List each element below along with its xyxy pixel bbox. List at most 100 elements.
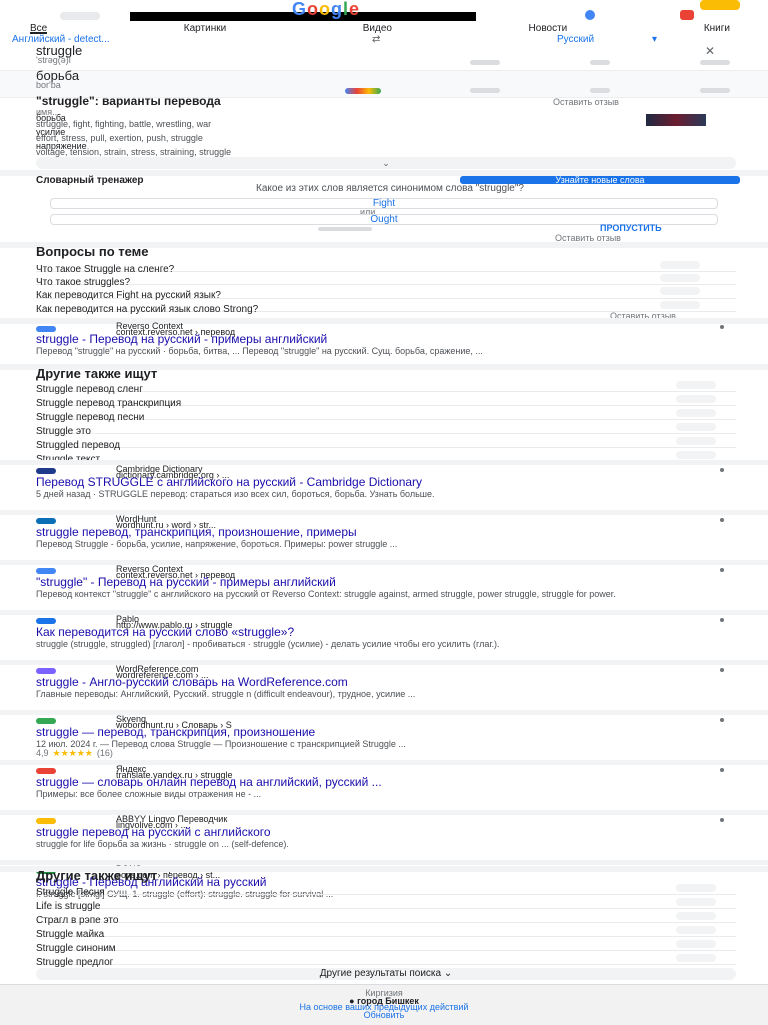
also-search-item[interactable]: Struggle это — [36, 421, 736, 437]
footer-update-link[interactable]: Обновить — [0, 1010, 768, 1020]
google-translate-icon — [345, 88, 381, 94]
more-options-icon[interactable] — [720, 568, 724, 572]
mic-icon[interactable] — [585, 10, 595, 20]
rating: 4,9 ★★★★★ (16) — [36, 749, 113, 758]
source-phonetic: 'strəg(ə)l — [36, 55, 71, 65]
also-search-item[interactable]: Life is struggle — [36, 896, 736, 912]
search-icon[interactable] — [676, 409, 716, 417]
chevron-down-icon[interactable]: ▾ — [652, 34, 657, 45]
more-results-button[interactable]: Другие результаты поиска ⌄ — [36, 968, 736, 980]
site-favicon — [36, 568, 56, 574]
also-search-item[interactable]: Страгл в рэпе это — [36, 910, 736, 926]
result-snippet: 12 июл. 2024 г. — Перевод слова Struggle… — [36, 740, 406, 749]
result-title-link[interactable]: struggle - Перевод на русский - примеры … — [36, 333, 726, 345]
search-icon[interactable] — [676, 898, 716, 906]
also-search-item[interactable]: Struggled перевод — [36, 435, 736, 451]
result-title-link[interactable]: struggle — словарь онлайн перевод на анг… — [36, 777, 726, 789]
result-title-link[interactable]: Перевод STRUGGLE с английского на русски… — [36, 477, 726, 489]
also-search-item[interactable]: Struggle Песня — [36, 882, 736, 898]
search-icon[interactable] — [676, 395, 716, 403]
target-language-select[interactable]: Русский — [557, 34, 594, 45]
result-title-link[interactable]: struggle - Англо-русский словарь на Word… — [36, 677, 726, 689]
mic-small-icon[interactable] — [590, 60, 610, 65]
also-search-label: Struggle предлог — [36, 957, 114, 968]
clear-icon[interactable]: ✕ — [705, 44, 715, 58]
search-icon[interactable] — [676, 437, 716, 445]
rating-count: (16) — [96, 748, 113, 758]
tab-images[interactable]: Картинки — [184, 24, 226, 34]
variant-values: voltage, tension, strain, stress, strain… — [36, 147, 232, 157]
tab-video[interactable]: Видео — [363, 24, 392, 34]
result-snippet: Примеры: все более сложные виды отражени… — [36, 790, 262, 799]
search-icon[interactable] — [676, 884, 716, 892]
more-options-icon[interactable] — [720, 325, 724, 329]
google-logo[interactable]: Google — [292, 0, 360, 20]
tab-all[interactable]: Все — [30, 24, 48, 34]
expand-variants-button[interactable]: ⌄ — [36, 157, 736, 169]
chevron-down-icon[interactable] — [660, 287, 700, 295]
more-options-icon[interactable] — [720, 818, 724, 822]
result-title-link[interactable]: struggle перевод на русский с английског… — [36, 827, 726, 839]
result-title-link[interactable]: "struggle" - Перевод на русский - пример… — [36, 577, 726, 589]
chevron-down-icon[interactable] — [660, 274, 700, 282]
site-favicon — [36, 518, 56, 524]
target-phonetic: bor'ba — [36, 80, 61, 90]
target-speaker-icon[interactable] — [470, 88, 500, 93]
back-icon[interactable] — [60, 12, 100, 20]
more-options-icon[interactable] — [720, 468, 724, 472]
result-title-link[interactable]: struggle — перевод, транскрипция, произн… — [36, 727, 726, 739]
keyboard-icon[interactable] — [700, 60, 730, 65]
search-icon[interactable] — [676, 451, 716, 459]
trainer-option-fight[interactable]: Fight — [50, 198, 718, 209]
result-title-link[interactable]: struggle перевод, транскрипция, произнош… — [36, 527, 726, 539]
paa-item[interactable]: Что такое struggles? — [36, 272, 736, 288]
search-result: Reverso Context context.reverso.net › пер… — [0, 560, 768, 610]
more-options-icon[interactable] — [720, 668, 724, 672]
search-icon[interactable] — [676, 940, 716, 948]
search-icon[interactable] — [676, 954, 716, 962]
result-snippet: Перевод "struggle" на русский · борьба, … — [36, 346, 483, 356]
result-snippet: struggle (struggle, struggled) [глагол] … — [36, 640, 500, 649]
lens-icon[interactable] — [680, 10, 694, 20]
also-search-item[interactable]: Struggle майка — [36, 924, 736, 940]
tab-news[interactable]: Новости — [529, 24, 568, 34]
trainer-skip-button[interactable]: ПРОПУСТИТЬ — [600, 223, 662, 233]
avatar[interactable] — [700, 0, 740, 10]
result-snippet: Перевод Struggle - борьба, усилие, напря… — [36, 540, 398, 549]
search-icon[interactable] — [676, 926, 716, 934]
result-snippet: 5 дней назад · STRUGGLE перевод: старать… — [36, 490, 435, 499]
more-options-icon[interactable] — [720, 768, 724, 772]
more-options-icon[interactable] — [720, 518, 724, 522]
search-result: Pablo http://www.pablo.ru › struggle Как п… — [0, 610, 768, 660]
chevron-down-icon[interactable] — [660, 301, 700, 309]
paa-item[interactable]: Как переводится Fight на русский язык? — [36, 285, 736, 301]
also-search-item[interactable]: Struggle перевод транскрипция — [36, 393, 736, 409]
also-search-item[interactable]: Struggle перевод песни — [36, 407, 736, 423]
also-search-item[interactable]: Struggle синоним — [36, 938, 736, 954]
also-search-heading-2: Другие также ищут — [36, 868, 158, 883]
search-result: ABBYY Lingvo Переводчик lingvolive.com › … — [0, 810, 768, 860]
paa-item[interactable]: Что такое Struggle на сленге? — [36, 259, 736, 275]
also-search-item[interactable]: Struggle предлог — [36, 952, 736, 968]
site-favicon — [36, 468, 56, 474]
tab-books[interactable]: Книги — [704, 24, 730, 34]
search-result: Cambridge Dictionary dictionary.cambridge… — [0, 460, 768, 510]
share-icon[interactable] — [700, 88, 730, 93]
search-result: Skyeng wooordhunt.ru › Словарь › Sstruggl… — [0, 710, 768, 760]
more-options-icon[interactable] — [720, 718, 724, 722]
variants-feedback-link[interactable]: Оставить отзыв — [553, 97, 619, 107]
trainer-question: Какое из этих слов является синонимом сл… — [256, 183, 524, 194]
search-result: WordHunt wordhunt.ru › word › str... strug… — [0, 510, 768, 560]
copy-icon[interactable] — [590, 88, 610, 93]
search-result: Яндекс translate.yandex.ru › struggle stru… — [0, 760, 768, 810]
search-icon[interactable] — [676, 381, 716, 389]
also-search-item[interactable]: Struggle перевод сленг — [36, 379, 736, 395]
speaker-icon[interactable] — [470, 60, 500, 65]
more-options-icon[interactable] — [720, 618, 724, 622]
swap-icon[interactable]: ⇄ — [372, 34, 380, 45]
search-icon[interactable] — [676, 423, 716, 431]
chevron-down-icon: ⌄ — [443, 968, 453, 979]
chevron-down-icon[interactable] — [660, 261, 700, 269]
search-icon[interactable] — [676, 912, 716, 920]
result-title-link[interactable]: Как переводится на русский слово «strugg… — [36, 627, 726, 639]
